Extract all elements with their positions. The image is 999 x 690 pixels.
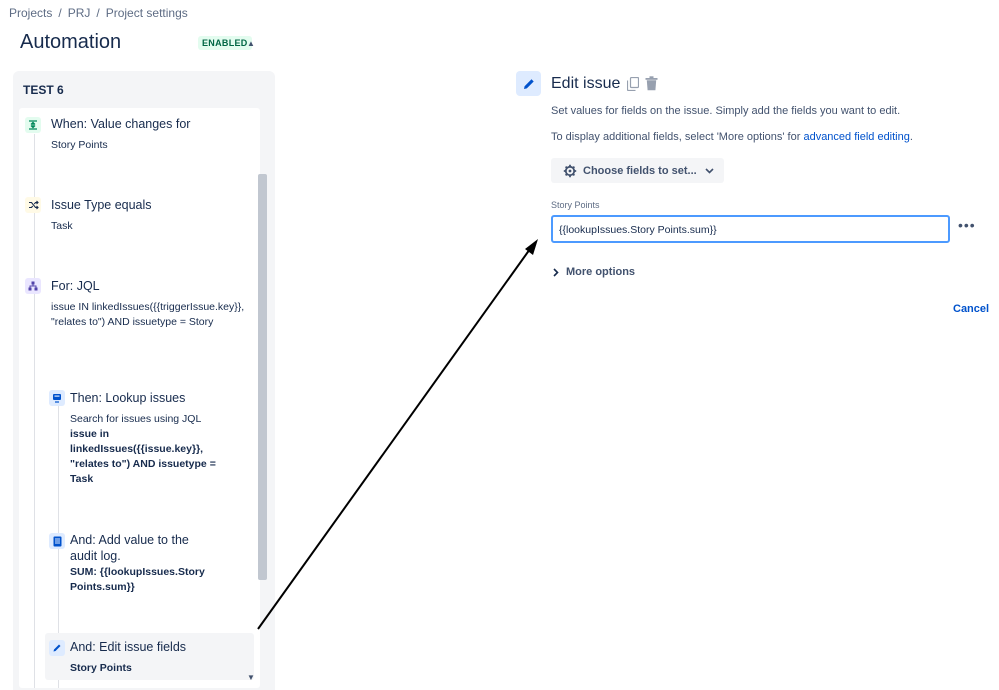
breadcrumb: Projects / PRJ / Project settings: [9, 6, 188, 20]
choose-fields-button[interactable]: Choose fields to set...: [551, 158, 724, 183]
breadcrumb-project-settings[interactable]: Project settings: [106, 6, 188, 20]
component-title: Then: Lookup issues: [70, 390, 185, 406]
gear-icon: [563, 164, 577, 178]
component-detail: Story Points: [51, 138, 108, 153]
scroll-up-arrow-icon[interactable]: ▲: [245, 39, 257, 49]
rule-component-audit-log[interactable]: And: Add value to the audit log. SUM: {{…: [43, 525, 253, 605]
rule-name: TEST 6: [23, 83, 64, 97]
log-icon: [49, 533, 65, 549]
more-actions-icon[interactable]: •••: [958, 217, 976, 233]
story-points-label: Story Points: [551, 200, 600, 210]
component-detail: issue IN linkedIssues({{triggerIssue.key…: [51, 300, 251, 330]
rule-component-edit-issue[interactable]: And: Edit issue fields Story Points: [45, 633, 254, 680]
hint-text: To display additional fields, select 'Mo…: [551, 131, 803, 143]
component-detail-bold: SUM: {{lookupIssues.Story Points.sum}}: [70, 565, 230, 595]
edit-issue-pencil-icon: [516, 71, 541, 96]
component-detail: Search for issues using JQL: [70, 412, 201, 427]
rule-component-branch[interactable]: For: JQL issue IN linkedIssues({{trigger…: [19, 270, 260, 350]
breadcrumb-separator: /: [96, 6, 99, 20]
rule-component-lookup[interactable]: Then: Lookup issues Search for issues us…: [43, 382, 253, 482]
copy-icon[interactable]: [627, 77, 639, 91]
component-detail: Task: [51, 219, 73, 234]
rule-component-condition[interactable]: Issue Type equals Task: [19, 189, 260, 249]
status-badge: ENABLED: [198, 36, 252, 50]
rule-panel: TEST 6 When: Value changes for Story Poi…: [13, 71, 275, 690]
trash-icon[interactable]: [645, 76, 658, 91]
choose-fields-label: Choose fields to set...: [583, 165, 697, 177]
story-points-input[interactable]: {{lookupIssues.Story Points.sum}}: [551, 215, 950, 243]
scroll-down-arrow-icon[interactable]: ▼: [245, 673, 257, 683]
branch-icon: [25, 278, 41, 294]
chevron-down-icon: [705, 168, 714, 174]
rule-component-list[interactable]: When: Value changes for Story Points Iss…: [19, 108, 260, 688]
trigger-icon: [25, 117, 41, 133]
more-options-label: More options: [566, 266, 635, 278]
cancel-button[interactable]: Cancel: [953, 303, 989, 315]
breadcrumb-prj[interactable]: PRJ: [68, 6, 91, 20]
pencil-icon: [49, 640, 65, 656]
breadcrumb-separator: /: [58, 6, 61, 20]
scrollbar-thumb[interactable]: [258, 174, 267, 580]
advanced-field-editing-link[interactable]: advanced field editing: [803, 131, 909, 143]
more-options-toggle[interactable]: More options: [553, 266, 635, 278]
edit-issue-title: Edit issue: [551, 75, 620, 93]
lookup-icon: [49, 390, 65, 406]
page-title: Automation: [20, 31, 121, 54]
component-detail-bold: issue in linkedIssues({{issue.key}}, "re…: [70, 427, 240, 487]
shuffle-icon: [25, 197, 41, 213]
component-title: Issue Type equals: [51, 197, 152, 213]
component-title: And: Add value to the audit log.: [70, 532, 210, 564]
hint-suffix: .: [910, 131, 913, 143]
chevron-right-icon: [553, 268, 559, 277]
component-title: For: JQL: [51, 278, 100, 294]
breadcrumb-projects[interactable]: Projects: [9, 6, 52, 20]
component-detail-bold: Story Points: [70, 661, 132, 676]
rule-component-trigger[interactable]: When: Value changes for Story Points: [19, 108, 260, 168]
component-title: And: Edit issue fields: [70, 639, 186, 655]
edit-issue-description: Set values for fields on the issue. Simp…: [551, 105, 900, 117]
component-title: When: Value changes for: [51, 116, 190, 132]
edit-issue-hint: To display additional fields, select 'Mo…: [551, 131, 913, 143]
